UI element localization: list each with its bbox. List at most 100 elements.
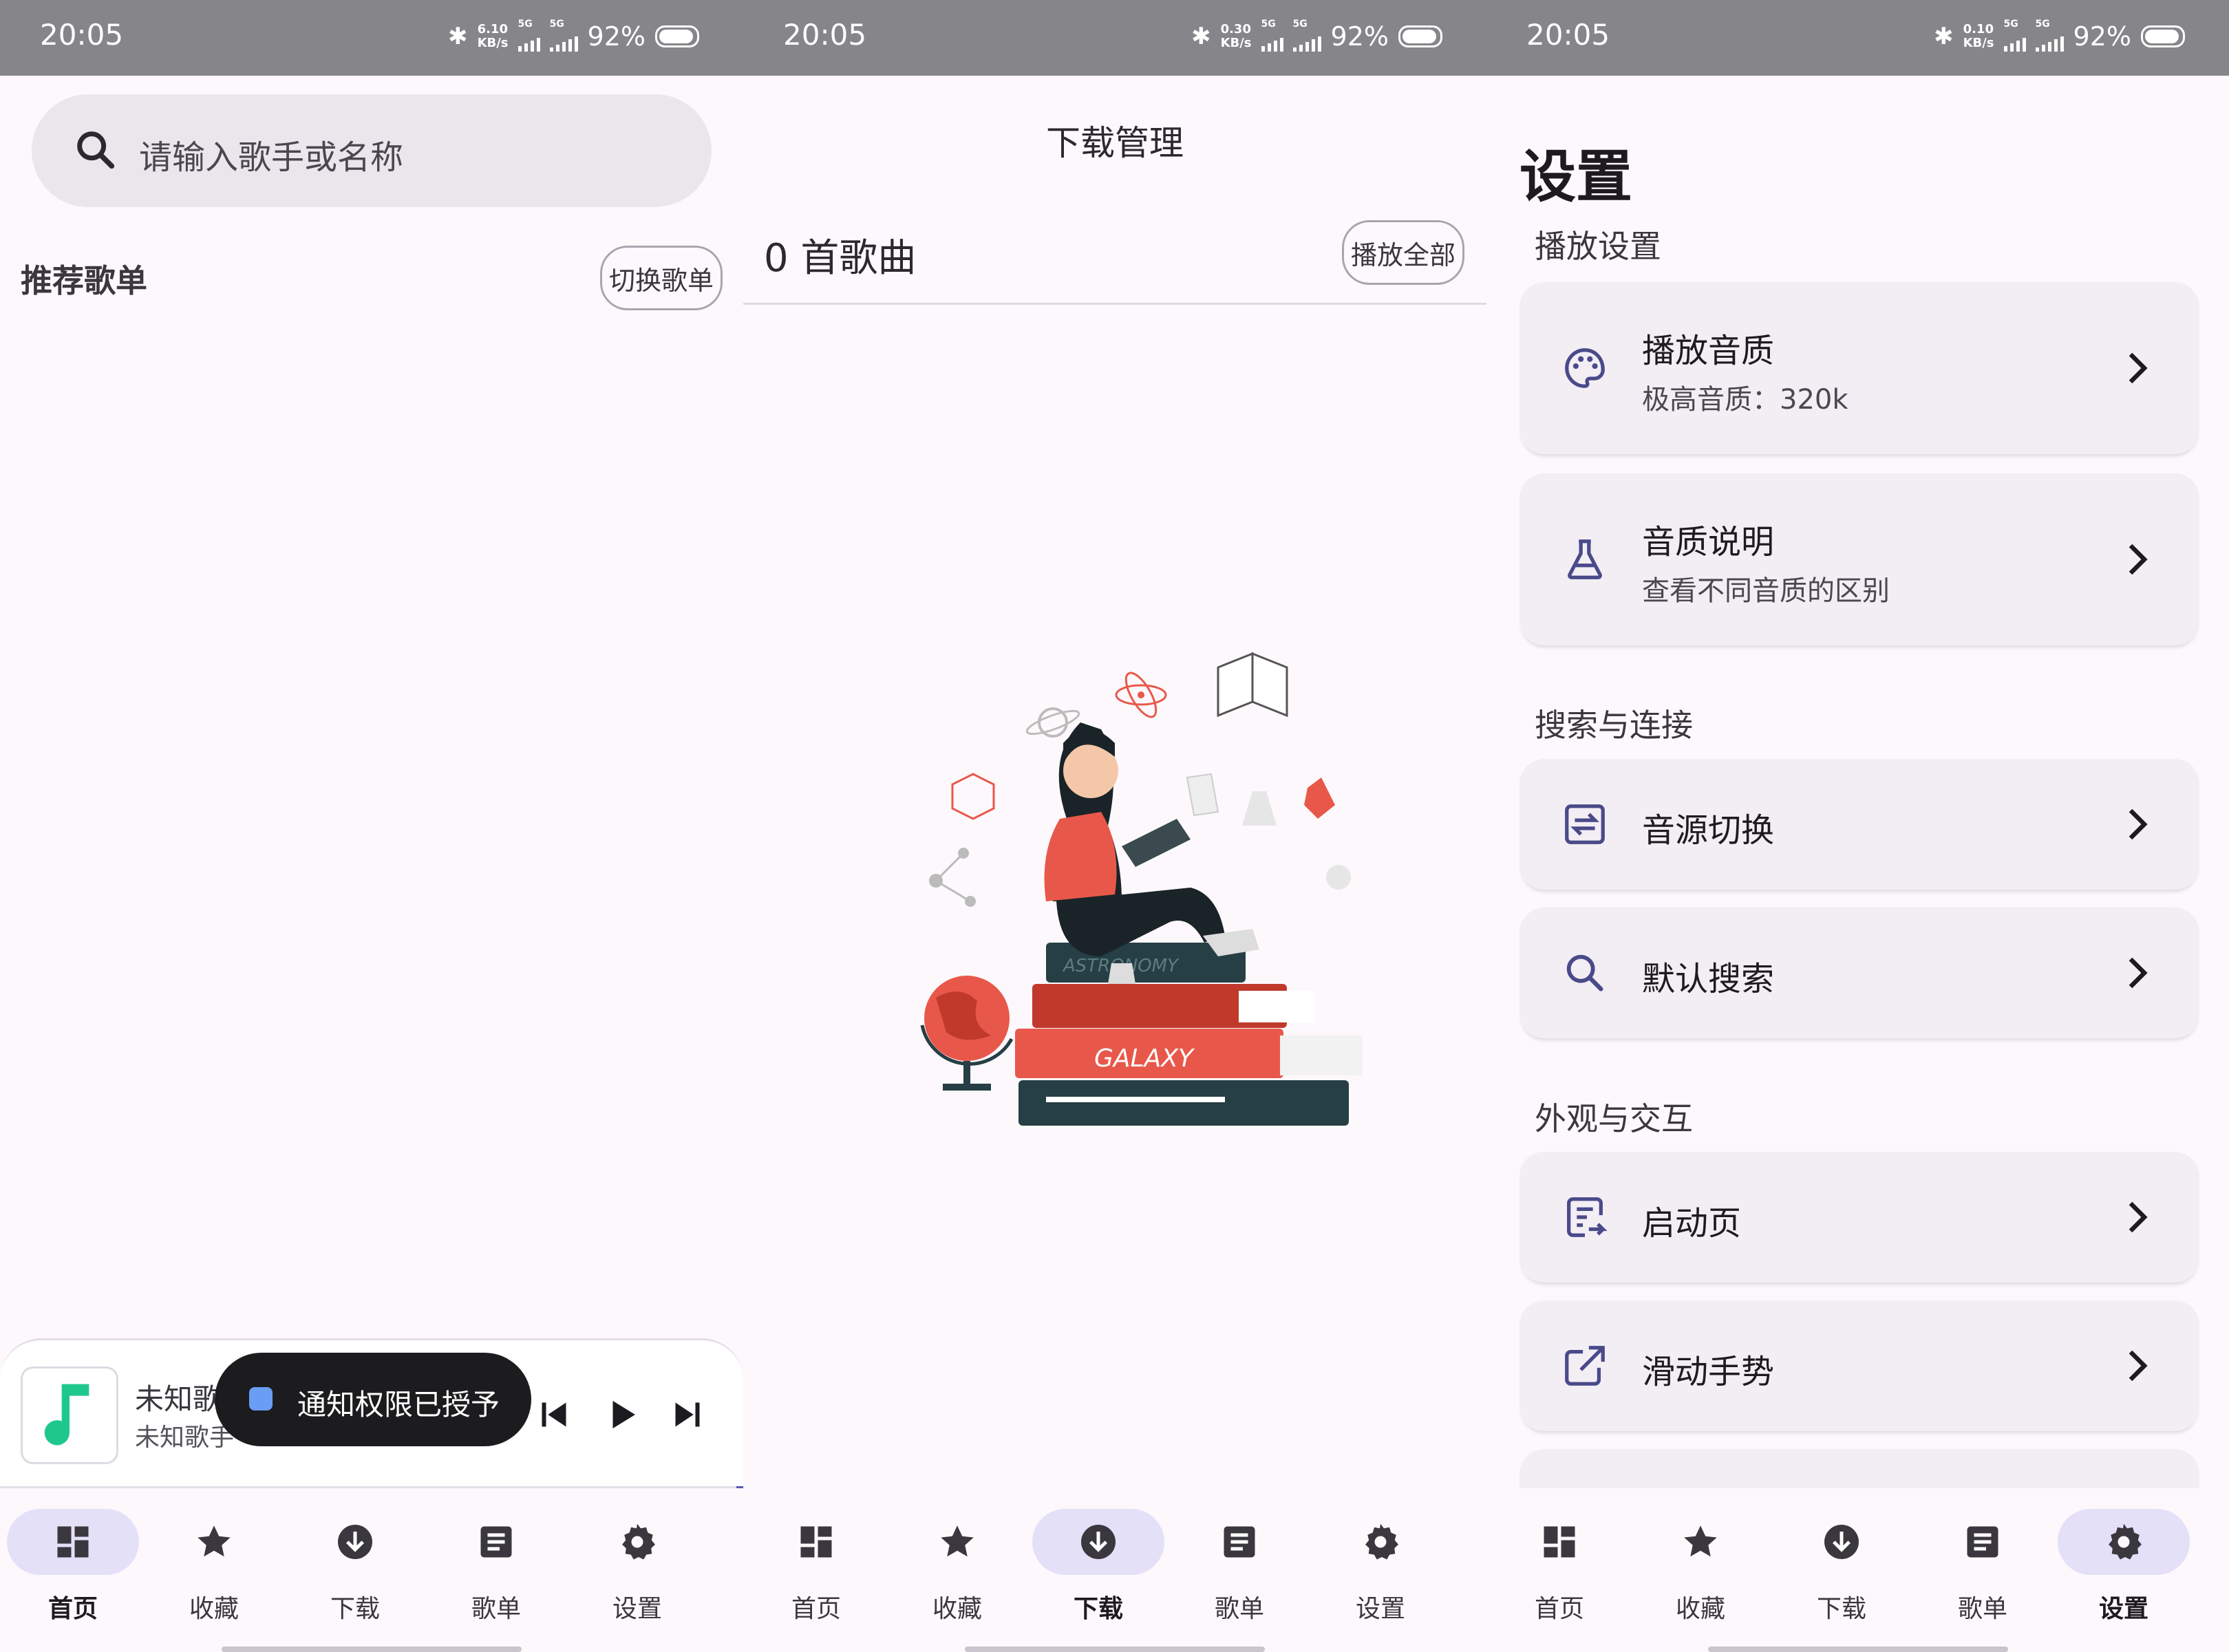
signal-icon: 5G bbox=[1292, 19, 1321, 52]
nav-home[interactable]: 首页 bbox=[750, 1509, 888, 1626]
gear-icon bbox=[1360, 1521, 1401, 1563]
flask-icon bbox=[1304, 777, 1335, 819]
signal-icon: 5G bbox=[2003, 19, 2026, 52]
search-input[interactable]: 请输入歌手或名称 bbox=[139, 130, 403, 178]
nav-settings[interactable]: 设置 bbox=[1314, 1509, 1452, 1626]
launch-page-icon bbox=[1567, 1197, 1608, 1237]
battery-icon bbox=[655, 25, 699, 47]
gear-icon bbox=[617, 1521, 658, 1563]
status-time: 20:05 bbox=[1526, 18, 1610, 52]
nav-home[interactable]: 首页 bbox=[1493, 1509, 1631, 1626]
nav-label: 设置 bbox=[612, 1595, 662, 1623]
setting-title: 音质说明 bbox=[1642, 523, 1775, 561]
nav-label: 设置 bbox=[1355, 1595, 1405, 1623]
playlist-icon bbox=[1962, 1521, 2003, 1563]
chevron-right-icon bbox=[2129, 957, 2148, 989]
battery-icon bbox=[2141, 25, 2185, 47]
svg-text:GALAXY: GALAXY bbox=[1094, 1044, 1195, 1073]
setting-title: 启动页 bbox=[1642, 1204, 1742, 1243]
setting-source-switch[interactable]: 音源切换 bbox=[1519, 759, 2199, 890]
toast-message: 通知权限已授予 bbox=[297, 1388, 500, 1422]
app-icon bbox=[249, 1387, 273, 1410]
download-icon bbox=[1821, 1521, 1862, 1563]
nav-playlists[interactable]: 歌单 bbox=[1917, 1509, 2054, 1626]
bluetooth-icon: ✱ bbox=[1191, 23, 1211, 50]
home-indicator bbox=[965, 1646, 1265, 1652]
nav-playlists[interactable]: 歌单 bbox=[430, 1509, 568, 1626]
swap-icon bbox=[1565, 804, 1605, 844]
open-in-new-icon bbox=[1565, 1346, 1605, 1386]
setting-playback-quality[interactable]: 播放音质 极高音质：320k bbox=[1519, 282, 2199, 454]
nav-playlists[interactable]: 歌单 bbox=[1173, 1509, 1311, 1626]
bluetooth-icon: ✱ bbox=[448, 23, 468, 50]
nav-label: 下载 bbox=[1816, 1595, 1866, 1623]
nav-favorites[interactable]: 收藏 bbox=[148, 1509, 286, 1626]
chevron-right-icon bbox=[2129, 544, 2148, 575]
toast-notification: 通知权限已授予 bbox=[215, 1353, 531, 1446]
setting-default-search[interactable]: 默认搜索 bbox=[1519, 908, 2199, 1038]
status-bar: 20:05 ✱ 0.30 KB/s 5G 5G 92% bbox=[743, 0, 1486, 76]
nav-label: 收藏 bbox=[1675, 1595, 1725, 1623]
playlist-icon bbox=[476, 1521, 517, 1563]
palette-icon bbox=[1565, 348, 1605, 388]
switch-playlist-button[interactable]: 切换歌单 bbox=[600, 246, 723, 310]
battery-icon bbox=[1398, 25, 1442, 47]
skip-next-icon[interactable] bbox=[667, 1394, 708, 1435]
search-bar[interactable]: 请输入歌手或名称 bbox=[32, 94, 712, 207]
setting-subtitle: 查看不同音质的区别 bbox=[1642, 575, 1890, 607]
search-icon bbox=[77, 131, 115, 169]
nav-favorites[interactable]: 收藏 bbox=[1634, 1509, 1772, 1626]
playlist-icon bbox=[1219, 1521, 1260, 1563]
nav-downloads[interactable]: 下载 bbox=[1032, 1509, 1170, 1626]
bottom-navigation: 首页 收藏 下载 歌单 设置 bbox=[1486, 1488, 2229, 1652]
setting-launch-page[interactable]: 启动页 bbox=[1519, 1152, 2199, 1283]
signal-icon: 5G bbox=[1261, 19, 1283, 52]
battery-level: 92% bbox=[587, 21, 646, 52]
nav-settings[interactable]: 设置 bbox=[571, 1509, 709, 1626]
track-artist: 未知歌手 bbox=[135, 1424, 235, 1452]
book-bottom bbox=[1018, 1080, 1349, 1126]
downloads-screen: 20:05 ✱ 0.30 KB/s 5G 5G 92% 下载管理 0 首歌曲 播放… bbox=[743, 0, 1486, 1652]
play-icon[interactable] bbox=[601, 1394, 642, 1435]
signal-icon: 5G bbox=[2035, 19, 2064, 52]
network-speed: 0.10 KB/s bbox=[1963, 22, 1994, 50]
page-title: 下载管理 bbox=[1046, 123, 1184, 163]
nav-label: 首页 bbox=[1534, 1595, 1584, 1623]
download-icon bbox=[1078, 1521, 1119, 1563]
signal-icon: 5G bbox=[549, 19, 578, 52]
home-indicator bbox=[1708, 1646, 2008, 1652]
section-header-playback: 播放设置 bbox=[1535, 228, 1661, 265]
nav-home[interactable]: 首页 bbox=[7, 1509, 145, 1626]
nav-favorites[interactable]: 收藏 bbox=[891, 1509, 1029, 1626]
setting-swipe-gesture[interactable]: 滑动手势 bbox=[1519, 1300, 2199, 1431]
network-speed: 6.10 KB/s bbox=[477, 22, 509, 50]
nav-label: 首页 bbox=[791, 1595, 841, 1623]
nav-label: 歌单 bbox=[1957, 1595, 2007, 1623]
nav-label: 下载 bbox=[1073, 1595, 1123, 1623]
nav-downloads[interactable]: 下载 bbox=[289, 1509, 427, 1626]
nav-label: 收藏 bbox=[189, 1595, 239, 1623]
setting-quality-info[interactable]: 音质说明 查看不同音质的区别 bbox=[1519, 473, 2199, 645]
nav-label: 收藏 bbox=[932, 1595, 982, 1623]
star-icon bbox=[193, 1521, 235, 1563]
skip-previous-icon[interactable] bbox=[533, 1394, 575, 1435]
bottom-navigation: 首页 收藏 下载 歌单 设置 bbox=[0, 1488, 743, 1652]
nav-label: 首页 bbox=[47, 1595, 98, 1623]
book-icon bbox=[1217, 652, 1288, 718]
battery-level: 92% bbox=[1330, 21, 1389, 52]
bottom-navigation: 首页 收藏 下载 歌单 设置 bbox=[743, 1488, 1486, 1652]
home-indicator bbox=[222, 1646, 522, 1652]
setting-title: 滑动手势 bbox=[1642, 1353, 1775, 1391]
album-art bbox=[21, 1366, 118, 1464]
nav-settings[interactable]: 设置 bbox=[2058, 1509, 2195, 1626]
setting-title: 默认搜索 bbox=[1642, 960, 1775, 998]
play-all-button[interactable]: 播放全部 bbox=[1342, 220, 1464, 285]
network-speed: 0.30 KB/s bbox=[1220, 22, 1252, 50]
flask-icon bbox=[1568, 539, 1602, 579]
nav-downloads[interactable]: 下载 bbox=[1775, 1509, 1913, 1626]
setting-subtitle: 极高音质：320k bbox=[1642, 384, 1848, 416]
setting-title: 播放音质 bbox=[1642, 332, 1775, 370]
recommend-title: 推荐歌单 bbox=[21, 262, 147, 299]
nav-label: 歌单 bbox=[1214, 1595, 1264, 1623]
home-icon bbox=[796, 1521, 837, 1563]
